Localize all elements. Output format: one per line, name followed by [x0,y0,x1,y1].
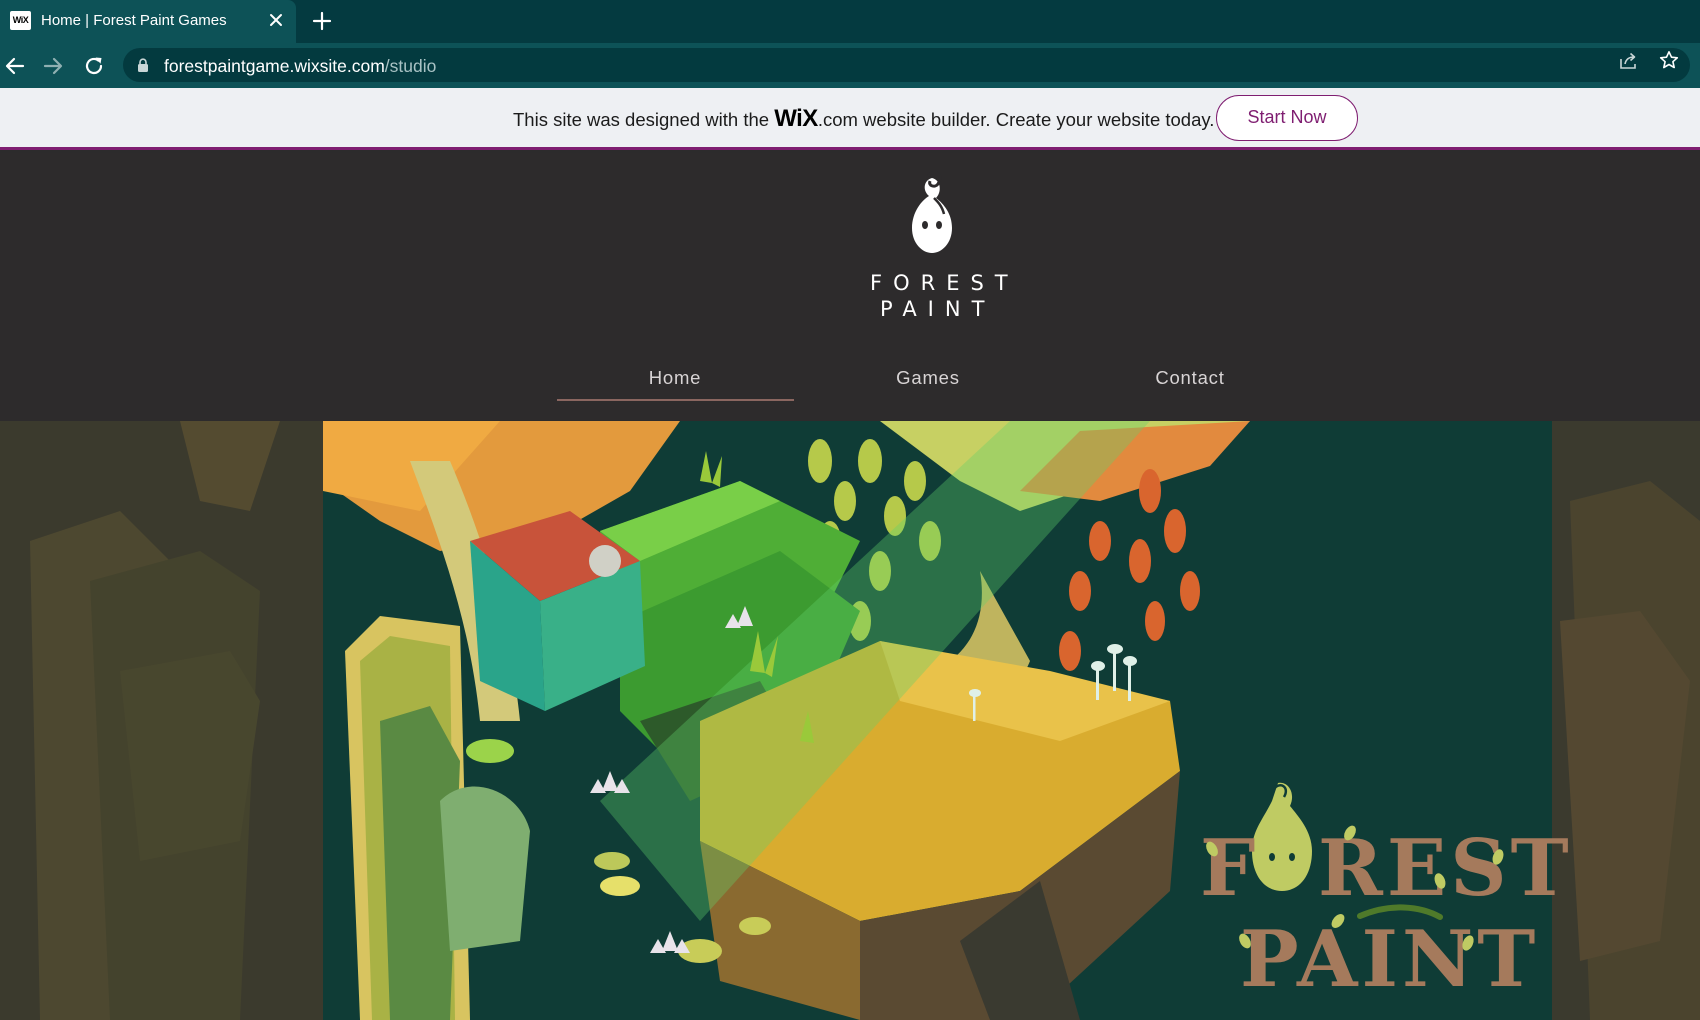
reload-icon[interactable] [82,54,106,78]
wix-promo-text-before: This site was designed with the [513,109,775,130]
site-header: FOREST PAINT Home Games Contact [0,153,1700,421]
lock-icon[interactable] [137,58,149,72]
url-host: forestpaintgame.wixsite.com [164,56,385,76]
forest-paint-spirit-logo-icon[interactable] [902,168,962,256]
start-now-button[interactable]: Start Now [1216,95,1358,141]
forward-arrow-icon[interactable] [41,54,65,78]
new-tab-icon[interactable] [311,10,333,32]
logo-wordmark-line1: FOREST [870,271,1019,295]
title-line2: PAINT [1240,914,1539,1005]
nav-contact[interactable]: Contact [1100,367,1280,389]
wix-logo[interactable]: WiX [774,105,818,132]
close-tab-icon[interactable] [266,10,286,30]
hero-artwork: F REST PAINT [0,421,1700,1020]
address-bar[interactable]: forestpaintgame.wixsite.com/studio [123,48,1690,82]
url-path: /studio [384,56,437,76]
browser-toolbar: forestpaintgame.wixsite.com/studio [0,43,1700,88]
nav-games[interactable]: Games [838,367,1018,389]
url-text: forestpaintgame.wixsite.com/studio [164,56,436,77]
browser-tab-bar: WiX Home | Forest Paint Games [0,0,1700,43]
bookmark-star-icon[interactable] [1659,50,1679,70]
wix-favicon-icon: WiX [10,11,31,30]
wix-promo-text-after: website builder. Create your website tod… [857,109,1215,130]
logo-wordmark-line2: PAINT [880,297,996,321]
wix-promo-text: This site was designed with the WiX.com … [513,105,1214,133]
hero-section: F REST PAINT [0,421,1700,1020]
tab-title: Home | Forest Paint Games [41,12,227,29]
nav-home-active-underline [557,399,794,401]
back-arrow-icon[interactable] [3,54,27,78]
browser-tab[interactable]: WiX Home | Forest Paint Games [0,0,296,43]
wix-dotcom: .com [817,109,858,130]
title-forest-rest: REST [1318,823,1573,914]
wix-promo-banner: This site was designed with the WiX.com … [0,88,1700,150]
share-icon[interactable] [1618,51,1638,71]
title-forest-f: F [1200,823,1257,914]
